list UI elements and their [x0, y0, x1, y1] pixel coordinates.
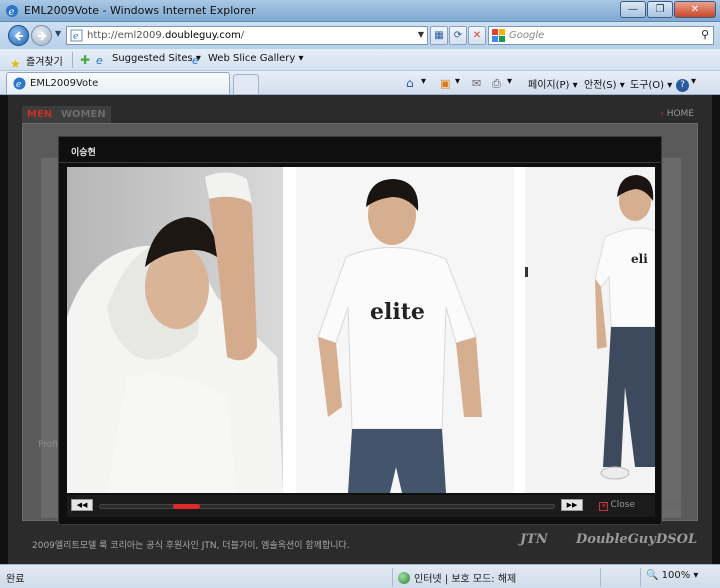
home-menu-button[interactable]: ⌂ ▾ — [406, 76, 426, 90]
model-photo-3[interactable]: eli — [525, 167, 655, 493]
safety-menu[interactable]: 안전(S) ▾ — [584, 76, 625, 91]
rss-icon: ▣ — [440, 77, 451, 90]
home-icon: ⌂ — [406, 76, 414, 90]
feeds-button[interactable]: ▣ ▾ — [440, 76, 460, 90]
new-tab-button[interactable] — [233, 74, 259, 94]
close-window-button[interactable]: ✕ — [674, 1, 716, 18]
close-lightbox-button[interactable]: ✕ Close — [599, 500, 635, 511]
back-arrow-icon — [14, 31, 23, 41]
globe-icon — [398, 572, 410, 584]
model-photo-1[interactable] — [67, 167, 283, 493]
minimize-button[interactable]: — — [620, 1, 646, 18]
restore-button[interactable]: ❐ — [647, 1, 673, 18]
close-icon: ✕ — [599, 502, 609, 511]
model-name: 이승현 — [71, 148, 96, 158]
favorites-button[interactable]: ★ 즐겨찾기 — [10, 53, 63, 71]
model-photo-2[interactable]: elite — [296, 167, 514, 493]
help-icon: ? — [676, 79, 689, 92]
tab-label: EML2009Vote — [30, 78, 99, 89]
lightbox-controls: ◀◀ ▶▶ ✕ Close — [67, 495, 655, 517]
back-button[interactable] — [8, 25, 29, 46]
forward-button[interactable] — [31, 25, 52, 46]
security-zone[interactable]: 인터넷 | 보호 모드: 해제 — [398, 570, 516, 585]
url-dropdown-icon[interactable]: ▼ — [418, 30, 424, 39]
svg-text:e: e — [16, 80, 21, 90]
dsol-logo: DSOL — [656, 532, 698, 547]
print-button[interactable]: ⎙ ▾ — [492, 76, 512, 90]
ie-logo-icon: e — [6, 5, 18, 18]
forward-arrow-icon — [38, 31, 47, 41]
address-bar: ▼ e http://eml2009.doubleguy.com/ ▼ ▦ ⟳ … — [0, 22, 720, 49]
suggested-sites-link[interactable]: ✚ e Suggested Sites ▾ — [80, 53, 201, 67]
mail-button[interactable]: ✉ — [472, 76, 487, 90]
search-input[interactable]: Google ⚲ — [488, 26, 714, 45]
status-text: 완료 — [6, 574, 25, 585]
shirt-logo-text: elite — [370, 299, 425, 325]
tools-menu[interactable]: 도구(O) ▾ — [630, 76, 672, 91]
room-text: oom — [664, 500, 684, 510]
printer-icon: ⎙ — [492, 77, 501, 90]
page-menu[interactable]: 페이지(P) ▾ — [528, 76, 578, 91]
star-icon: ★ — [10, 57, 21, 71]
history-dropdown-icon[interactable]: ▼ — [55, 29, 61, 38]
status-bar: 완료 인터넷 | 보호 모드: 해제 🔍 100% ▾ — [0, 564, 720, 588]
tab-command-bar: e EML2009Vote ⌂ ▾ ▣ ▾ ✉ ⎙ ▾ 페이지(P) ▾ 안전(S) … — [0, 71, 720, 95]
url-field[interactable]: e http://eml2009.doubleguy.com/ ▼ — [66, 26, 428, 45]
footer-sponsor-text: 2009엘리트모델 룩 코리아는 공식 후원사인 JTN, 더블가이, 엠솔옥션… — [32, 541, 350, 551]
doubleguy-logo: DoubleGuy — [576, 532, 656, 547]
tab-men[interactable]: MEN — [22, 106, 58, 123]
url-text: http://eml2009.doubleguy.com/ — [87, 30, 245, 41]
arrow-icon: › — [660, 109, 664, 119]
mail-icon: ✉ — [472, 77, 482, 90]
favorites-bar: ★ 즐겨찾기 ✚ e Suggested Sites ▾ e Web Slice Gal… — [0, 49, 720, 71]
stop-button[interactable]: ✕ — [468, 26, 486, 45]
google-icon — [492, 29, 505, 42]
zoom-level[interactable]: 🔍 100% ▾ — [646, 570, 698, 581]
scroll-track[interactable] — [99, 504, 555, 509]
svg-text:e: e — [73, 32, 78, 42]
title-bar: e EML2009Vote - Windows Internet Explore… — [0, 0, 720, 22]
svg-text:eli: eli — [631, 252, 648, 266]
tab-women[interactable]: WOMEN — [56, 106, 111, 123]
photo-lightbox: 이승현 elite eli ◀◀ ▶▶ ✕ Close — [58, 136, 663, 525]
help-menu[interactable]: ? ▾ — [676, 76, 696, 92]
lightbox-divider — [59, 162, 663, 163]
home-link[interactable]: › HOME — [660, 109, 694, 119]
next-button[interactable]: ▶▶ — [561, 499, 583, 511]
web-slice-gallery-link[interactable]: e Web Slice Gallery ▾ — [192, 53, 304, 67]
compat-view-button[interactable]: ▦ — [430, 26, 448, 45]
page-icon: e — [70, 29, 83, 42]
profile-link[interactable]: Profi — [38, 440, 58, 450]
window-title: EML2009Vote - Windows Internet Explorer — [24, 4, 256, 17]
ie-page-icon: e — [13, 77, 26, 90]
tab-eml2009vote[interactable]: e EML2009Vote — [6, 72, 230, 94]
add-favorite-icon: ✚ — [80, 53, 91, 67]
refresh-button[interactable]: ⟳ — [449, 26, 467, 45]
page-icon: e — [96, 54, 103, 67]
prev-button[interactable]: ◀◀ — [71, 499, 93, 511]
jtn-logo: JTN — [520, 532, 548, 547]
page-icon: e — [192, 54, 199, 67]
photo-strip: elite eli — [67, 167, 655, 493]
svg-text:e: e — [9, 7, 15, 18]
search-placeholder: Google — [509, 30, 545, 41]
search-icon[interactable]: ⚲ — [701, 28, 709, 41]
scroll-thumb[interactable] — [172, 504, 200, 509]
